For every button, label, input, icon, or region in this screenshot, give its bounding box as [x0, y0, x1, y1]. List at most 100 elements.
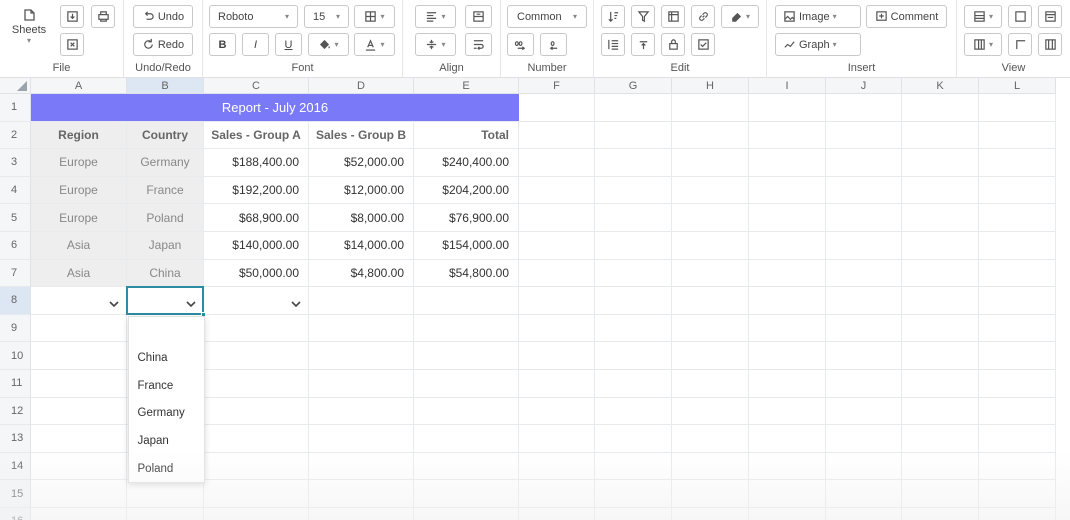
grid-cell[interactable] — [672, 287, 749, 315]
grid-cell[interactable] — [519, 314, 595, 343]
insert-comment-button[interactable]: Comment — [866, 5, 947, 28]
table-cell-text[interactable]: Asia — [31, 259, 127, 288]
grid-cell[interactable] — [902, 508, 979, 520]
grid-cell[interactable] — [826, 287, 902, 315]
table-cell-text[interactable]: Poland — [127, 204, 204, 232]
grid-cell[interactable] — [204, 452, 309, 481]
table-cell-number[interactable]: $140,000.00 — [204, 232, 309, 260]
number-format-select[interactable]: Common ▾ — [507, 5, 587, 28]
grid-cell[interactable] — [672, 480, 749, 508]
row-header-16[interactable]: 16 — [0, 508, 31, 520]
table-cell-number[interactable]: $240,400.00 — [414, 149, 519, 177]
grid-cell[interactable] — [519, 480, 595, 508]
grid-cell[interactable] — [979, 480, 1056, 508]
grid-cell[interactable] — [672, 149, 749, 177]
grid-cell[interactable] — [31, 452, 127, 481]
table-header-cell[interactable]: Sales - Group B — [309, 121, 414, 150]
grid-cell[interactable] — [309, 342, 414, 370]
grid-cell[interactable] — [414, 370, 519, 398]
row-header-4[interactable]: 4 — [0, 176, 31, 205]
table-cell-text[interactable]: Japan — [127, 232, 204, 260]
grid-cell[interactable] — [595, 480, 672, 508]
table-cell-text[interactable]: France — [127, 176, 204, 205]
row-header-13[interactable]: 13 — [0, 425, 31, 453]
sort-button[interactable] — [601, 5, 625, 28]
table-cell-number[interactable]: $12,000.00 — [309, 176, 414, 205]
lock-button[interactable] — [661, 33, 685, 56]
grid-cell[interactable] — [127, 480, 204, 508]
table-cell-number[interactable]: $52,000.00 — [309, 149, 414, 177]
table-cell-number[interactable]: $204,200.00 — [414, 176, 519, 205]
grid-cell[interactable] — [672, 232, 749, 260]
increase-decimal-button[interactable] — [507, 33, 534, 56]
table-cell-text[interactable]: China — [127, 259, 204, 288]
chevron-down-icon[interactable] — [291, 297, 301, 308]
grid-cell[interactable] — [204, 370, 309, 398]
grid-cell[interactable] — [595, 342, 672, 370]
grid-cell[interactable] — [979, 121, 1056, 150]
table-cell-number[interactable]: $188,400.00 — [204, 149, 309, 177]
grid-cell[interactable] — [902, 232, 979, 260]
grid-cell[interactable] — [31, 508, 127, 520]
grid-cell[interactable] — [749, 149, 826, 177]
grid-cell[interactable] — [902, 176, 979, 205]
export-button[interactable] — [60, 33, 84, 56]
table-cell-number[interactable]: $68,900.00 — [204, 204, 309, 232]
grid-cell[interactable] — [672, 314, 749, 343]
table-cell-number[interactable]: $8,000.00 — [309, 204, 414, 232]
text-color-button[interactable]: ▾ — [354, 33, 395, 56]
grid-cell[interactable] — [749, 94, 826, 122]
grid-cell[interactable] — [414, 397, 519, 426]
grid-cell[interactable] — [31, 370, 127, 398]
freeze-panes-button[interactable] — [1008, 33, 1032, 56]
grid-cell[interactable] — [595, 94, 672, 122]
grid-cell[interactable] — [672, 425, 749, 453]
row-header-7[interactable]: 7 — [0, 259, 31, 288]
grid-cell[interactable] — [595, 287, 672, 315]
grid-cell[interactable] — [826, 94, 902, 122]
insert-graph-button[interactable]: Graph ▾ — [775, 33, 861, 56]
grid-cell[interactable] — [979, 314, 1056, 343]
grid-cell[interactable] — [414, 452, 519, 481]
row-header-10[interactable]: 10 — [0, 342, 31, 370]
table-cell-number[interactable]: $192,200.00 — [204, 176, 309, 205]
gridlines-button[interactable] — [1008, 5, 1032, 28]
grid-cell[interactable] — [519, 232, 595, 260]
column-header-c[interactable]: C — [204, 78, 309, 94]
grid-cell[interactable] — [309, 425, 414, 453]
font-family-select[interactable]: Roboto ▾ — [209, 5, 298, 28]
grid-cell[interactable] — [749, 121, 826, 150]
grid-cell[interactable] — [902, 259, 979, 288]
grid-cell[interactable] — [902, 370, 979, 398]
grid-cell[interactable] — [979, 94, 1056, 122]
grid-cell[interactable] — [672, 121, 749, 150]
grid-cell[interactable] — [749, 452, 826, 481]
grid-cell[interactable] — [902, 480, 979, 508]
grid-cell[interactable] — [309, 397, 414, 426]
grid-cell[interactable] — [309, 452, 414, 481]
grid-cell[interactable] — [595, 232, 672, 260]
underline-button[interactable]: U — [275, 33, 302, 56]
grid-cell[interactable] — [749, 370, 826, 398]
grid-cell[interactable] — [826, 204, 902, 232]
grid-cell[interactable] — [749, 176, 826, 205]
format-cells-button[interactable] — [661, 5, 685, 28]
column-header-j[interactable]: J — [826, 78, 902, 94]
grid-cell[interactable] — [595, 121, 672, 150]
column-header-e[interactable]: E — [414, 78, 519, 94]
grid-cell[interactable] — [672, 397, 749, 426]
row-options-button[interactable]: ▾ — [964, 5, 1002, 28]
grid-cell[interactable] — [826, 508, 902, 520]
table-header-cell[interactable]: Country — [127, 121, 204, 150]
grid-cell[interactable] — [204, 342, 309, 370]
grid-cell[interactable] — [204, 397, 309, 426]
decrease-decimal-button[interactable] — [540, 33, 567, 56]
filter-button[interactable] — [631, 5, 655, 28]
grid-cell[interactable] — [595, 259, 672, 288]
column-header-i[interactable]: I — [749, 78, 826, 94]
grid-cell[interactable] — [414, 342, 519, 370]
dropdown-option[interactable] — [129, 317, 204, 345]
grid-cell[interactable] — [749, 397, 826, 426]
grid-cell[interactable] — [519, 397, 595, 426]
row-header-5[interactable]: 5 — [0, 204, 31, 232]
